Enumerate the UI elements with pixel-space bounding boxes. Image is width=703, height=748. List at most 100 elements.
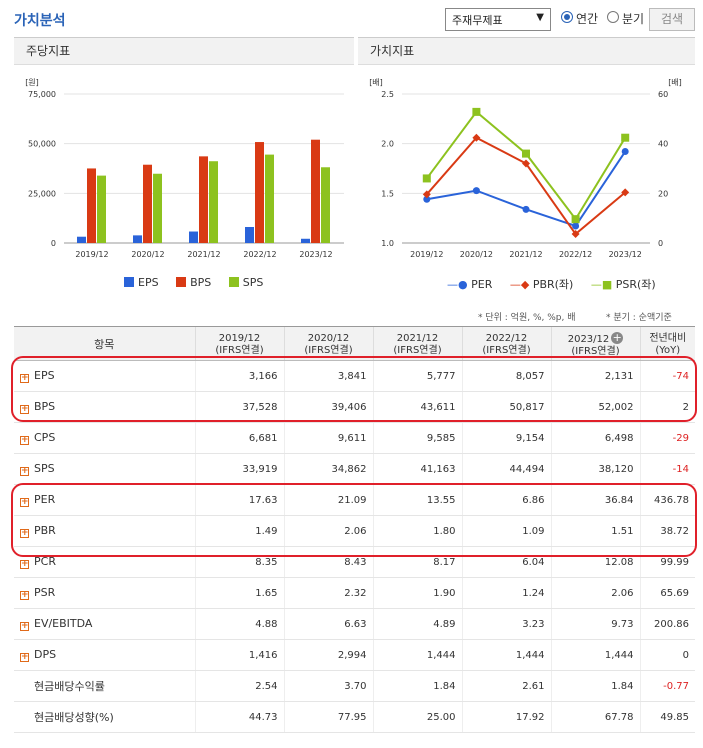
- value-cell: 9,154: [461, 422, 551, 454]
- value-cell: 4.89: [372, 608, 462, 640]
- value-cell: 77.95: [283, 701, 373, 733]
- statement-type-select[interactable]: 주재무제표 ▼: [445, 8, 551, 31]
- y-right-tick-label: 20: [658, 189, 668, 198]
- valuation-line-chart: [배] [배] 2.5 60 2.0 40 1.5 20 1.0 0 2019/12 2020/12 2…: [369, 78, 682, 259]
- legend-sps[interactable]: SPS: [228, 276, 263, 289]
- bps-swatch-icon: [176, 277, 187, 287]
- value-cell: 33,919: [194, 453, 284, 485]
- table-row: + DPS 1,416 2,994 1,444 1,444 1,444 0: [14, 639, 695, 671]
- psr-marker-icon: —■: [590, 278, 613, 291]
- y-left-tick-label: 2.5: [381, 90, 394, 99]
- value-cell: 4.88: [194, 608, 284, 640]
- page-header: 가치분석 주재무제표 ▼ 연간 분기 검색: [0, 0, 703, 36]
- line-chart-legend: —● PER —◆ PBR(좌) —■ PSR(좌): [447, 276, 670, 292]
- legend-bps[interactable]: BPS: [176, 276, 211, 289]
- x-tick-label: 2023/12: [609, 250, 642, 259]
- quarter-note: * 분기 : 순액기준: [606, 313, 672, 323]
- radio-quarter[interactable]: [607, 11, 619, 23]
- y-tick-label: 25,000: [28, 189, 56, 198]
- value-cell: 6,498: [550, 422, 640, 454]
- per-point: [572, 222, 580, 230]
- pbr-marker-icon: —◆: [509, 278, 530, 291]
- bar-sps: [97, 175, 106, 243]
- highlight-eps-bps: [11, 356, 697, 422]
- psr-point: [472, 107, 481, 116]
- bar-sps: [265, 154, 274, 243]
- row-label[interactable]: + SPS: [14, 453, 195, 485]
- value-cell: 6,681: [194, 422, 284, 454]
- expand-plus-icon[interactable]: +: [20, 591, 29, 600]
- value-cell: 6.63: [283, 608, 373, 640]
- value-cell: 9,585: [372, 422, 462, 454]
- value-cell: 1,444: [461, 639, 551, 671]
- x-tick-label: 2020/12: [460, 250, 493, 259]
- yoy-cell: 200.86: [639, 608, 695, 640]
- expand-plus-icon[interactable]: +: [20, 653, 29, 662]
- legend-pbr[interactable]: —◆ PBR(좌): [510, 278, 574, 291]
- table-row: + EV/EBITDA 4.88 6.63 4.89 3.23 9.73 200.86: [14, 608, 695, 640]
- yoy-cell: 0: [639, 639, 695, 671]
- x-tick-label: 2022/12: [559, 250, 592, 259]
- value-cell: 34,862: [283, 453, 373, 485]
- radio-annual-label[interactable]: 연간: [576, 10, 598, 27]
- value-cell: 44,494: [461, 453, 551, 485]
- value-cell: 1.24: [461, 577, 551, 609]
- bar-sps: [209, 161, 218, 243]
- chevron-down-icon: ▼: [536, 12, 544, 23]
- value-cell: 1,444: [550, 639, 640, 671]
- legend-eps[interactable]: EPS: [124, 276, 159, 289]
- x-tick-label: 2021/12: [509, 250, 542, 259]
- table-row: + CPS 6,681 9,611 9,585 9,154 6,498 -29: [14, 422, 695, 454]
- expand-plus-icon[interactable]: +: [20, 467, 29, 476]
- expand-plus-icon[interactable]: +: [20, 436, 29, 445]
- y-right-tick-label: 60: [658, 90, 668, 99]
- search-button[interactable]: 검색: [649, 8, 695, 31]
- y-tick-label: 50,000: [28, 140, 56, 149]
- bar-eps: [133, 235, 142, 243]
- value-cell: 9.73: [550, 608, 640, 640]
- psr-point: [522, 149, 530, 158]
- value-cell: 67.78: [550, 701, 640, 733]
- radio-quarter-label[interactable]: 분기: [622, 10, 644, 27]
- table-row: + SPS 33,919 34,862 41,163 44,494 38,120 -14: [14, 453, 695, 485]
- bar-eps: [245, 226, 254, 243]
- bar-sps: [153, 173, 162, 243]
- value-cell: 2.61: [461, 670, 551, 702]
- right-unit-label: [배]: [668, 78, 682, 87]
- per-point: [621, 148, 629, 156]
- per-share-bar-chart: [원] 75,000 50,000 25,000 0 2019/12 2020/12 2021…: [25, 78, 344, 259]
- value-cell: 3.70: [283, 670, 373, 702]
- bar-bps: [255, 142, 264, 243]
- bar-bps: [311, 139, 320, 243]
- row-label[interactable]: + EV/EBITDA: [14, 608, 195, 640]
- bar-bps: [199, 156, 208, 243]
- page-title: 가치분석: [14, 13, 66, 29]
- radio-annual[interactable]: [561, 11, 573, 23]
- legend-psr[interactable]: —■ PSR(좌): [591, 278, 656, 291]
- sps-swatch-icon: [228, 277, 239, 287]
- bar-sps: [321, 167, 330, 243]
- expand-plus-icon[interactable]: +: [20, 622, 29, 631]
- value-cell: 1.65: [194, 577, 284, 609]
- row-label[interactable]: + PSR: [14, 577, 195, 609]
- value-cell: 9,611: [283, 422, 373, 454]
- x-tick-label: 2023/12: [299, 250, 332, 259]
- left-unit-label: [배]: [369, 78, 383, 87]
- row-label[interactable]: + CPS: [14, 422, 195, 454]
- unit-note: * 단위 : 억원, %, %p, 배: [478, 313, 576, 323]
- legend-per[interactable]: —● PER: [447, 278, 492, 291]
- value-cell: 1.84: [372, 670, 462, 702]
- per-share-panel-title: 주당지표: [14, 37, 354, 65]
- yoy-cell: -0.77: [639, 670, 695, 702]
- add-column-icon[interactable]: +: [611, 331, 624, 344]
- value-cell: 38,120: [550, 453, 640, 485]
- x-tick-label: 2022/12: [243, 250, 276, 259]
- table-row: 현금배당수익률 2.54 3.70 1.84 2.61 1.84 -0.77: [14, 670, 695, 702]
- bar-chart-legend: EPS BPS SPS: [124, 276, 277, 289]
- per-point: [472, 187, 480, 195]
- row-label[interactable]: + DPS: [14, 639, 195, 671]
- value-cell: 1,444: [372, 639, 462, 671]
- value-cell: 1,416: [194, 639, 284, 671]
- expand-plus-icon[interactable]: +: [20, 560, 29, 569]
- y-left-tick-label: 1.0: [381, 239, 394, 248]
